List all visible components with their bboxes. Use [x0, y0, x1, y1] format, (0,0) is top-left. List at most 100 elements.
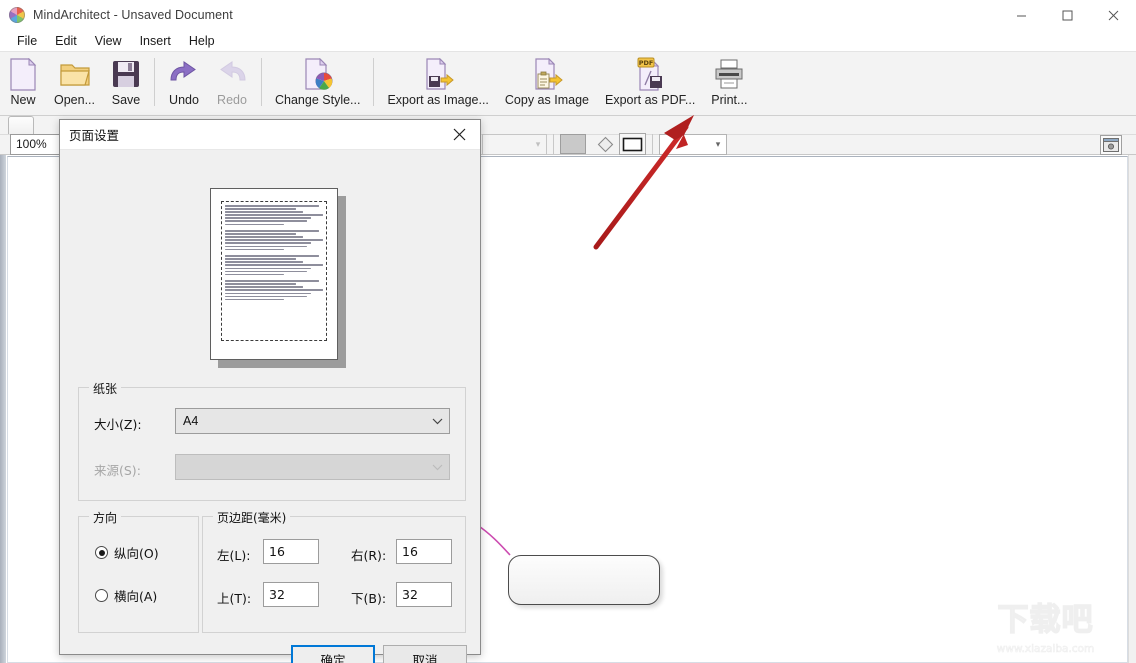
- undo-button[interactable]: Undo: [160, 52, 208, 114]
- margin-top-label: 上(T):: [217, 591, 252, 606]
- save-button-label: Save: [111, 93, 141, 107]
- margin-right-input[interactable]: 16: [396, 539, 452, 564]
- font-combo[interactable]: ▾: [482, 133, 547, 155]
- cancel-button[interactable]: 取消: [383, 645, 467, 663]
- margin-bottom-input[interactable]: 32: [396, 582, 452, 607]
- copy-as-image-button-label: Copy as Image: [504, 93, 589, 107]
- margin-top-value: 32: [269, 587, 285, 602]
- change-style-button[interactable]: Change Style...: [267, 52, 368, 114]
- redo-button[interactable]: Redo: [208, 52, 256, 114]
- margin-right-label: 右(R):: [351, 548, 387, 563]
- preview-paragraph: [225, 280, 323, 301]
- radio-icon: [95, 589, 108, 602]
- export-as-pdf-button[interactable]: PDF Export as PDF...: [597, 52, 703, 114]
- margin-bottom-value: 32: [402, 587, 418, 602]
- export-image-icon: [421, 56, 455, 92]
- menu-file[interactable]: File: [8, 32, 46, 50]
- paper-source-label: 来源(S):: [94, 463, 141, 478]
- preview-paragraph: [225, 205, 323, 226]
- printer-icon: [713, 56, 745, 92]
- application-window: MindArchitect - Unsaved Document File Ed…: [0, 0, 1136, 663]
- save-floppy-icon: [111, 56, 141, 92]
- preview-paragraph: [225, 230, 323, 251]
- zoom-value: 100%: [16, 137, 47, 151]
- export-as-pdf-button-label: Export as PDF...: [604, 93, 696, 107]
- preview-margin-guide: [221, 201, 327, 341]
- preview-page: [210, 188, 338, 360]
- canvas-left-edge: [0, 155, 6, 663]
- menu-view[interactable]: View: [86, 32, 131, 50]
- menu-insert[interactable]: Insert: [131, 32, 180, 50]
- window-settings-icon[interactable]: [1100, 135, 1122, 155]
- dialog-titlebar: 页面设置: [60, 120, 480, 150]
- margins-groupbox: 页边距(毫米) 左(L): 16 右(R): 16 上(T): 32 下(B):…: [202, 509, 466, 633]
- minimize-icon[interactable]: [998, 0, 1044, 30]
- paper-size-value: A4: [183, 414, 199, 428]
- toolbar-overflow-button[interactable]: [8, 116, 34, 134]
- dialog-body: 纸张 大小(Z): A4 来源(S): 方向 纵向(O) 横向(A) 页边距(毫…: [60, 150, 480, 663]
- undo-button-label: Undo: [169, 93, 199, 107]
- toolbar-separator: [261, 58, 262, 106]
- orientation-portrait-radio[interactable]: 纵向(O): [95, 543, 159, 562]
- orientation-groupbox: 方向 纵向(O) 横向(A): [78, 509, 199, 633]
- toolbar-separator: [652, 134, 653, 154]
- svg-text:PDF: PDF: [639, 59, 654, 67]
- margins-group-title: 页边距(毫米): [213, 509, 291, 526]
- window-controls: [998, 0, 1136, 30]
- diamond-shape-icon[interactable]: [592, 133, 619, 155]
- margin-top-input[interactable]: 32: [263, 582, 319, 607]
- toolbar-separator: [154, 58, 155, 106]
- undo-arrow-icon: [168, 56, 200, 92]
- close-icon[interactable]: [1090, 0, 1136, 30]
- maximize-icon[interactable]: [1044, 0, 1090, 30]
- dialog-close-icon[interactable]: [438, 120, 480, 150]
- print-button[interactable]: Print...: [703, 52, 755, 114]
- orientation-landscape-radio[interactable]: 横向(A): [95, 586, 157, 605]
- print-button-label: Print...: [711, 93, 748, 107]
- open-button[interactable]: Open...: [46, 52, 103, 114]
- preview-text-lines: [225, 205, 323, 337]
- redo-arrow-icon: [216, 56, 248, 92]
- new-button[interactable]: New: [0, 52, 46, 114]
- export-as-image-button[interactable]: Export as Image...: [379, 52, 496, 114]
- line-style-combo[interactable]: ▾: [659, 133, 727, 155]
- open-button-label: Open...: [54, 93, 95, 107]
- fill-color-swatch[interactable]: [560, 134, 586, 154]
- chevron-down-icon: [425, 464, 449, 471]
- page-setup-dialog: 页面设置 纸张 大小(Z): A4 来源(S): 方向 纵向(O) 横向(A) …: [59, 119, 481, 663]
- mindmap-node[interactable]: [508, 555, 660, 605]
- orientation-portrait-label: 纵向(O): [114, 546, 159, 561]
- paper-group-title: 纸张: [89, 380, 122, 397]
- margin-right-value: 16: [402, 544, 418, 559]
- toolbar-separator: [553, 134, 554, 154]
- menu-help[interactable]: Help: [180, 32, 224, 50]
- margin-left-value: 16: [269, 544, 285, 559]
- paper-groupbox: 纸张 大小(Z): A4 来源(S):: [78, 380, 466, 501]
- margin-left-label: 左(L):: [217, 548, 251, 563]
- rectangle-shape-icon[interactable]: [619, 133, 646, 155]
- menubar: File Edit View Insert Help: [0, 30, 1136, 51]
- ok-button[interactable]: 确定: [291, 645, 375, 663]
- redo-button-label: Redo: [217, 93, 247, 107]
- window-title: MindArchitect - Unsaved Document: [33, 8, 233, 22]
- copy-image-icon: [530, 56, 564, 92]
- change-style-icon: [302, 56, 334, 92]
- chevron-down-icon: ▾: [715, 138, 721, 149]
- dialog-title: 页面设置: [69, 128, 120, 143]
- export-pdf-icon: PDF: [634, 56, 666, 92]
- new-document-icon: [8, 56, 38, 92]
- paper-size-combo[interactable]: A4: [175, 408, 450, 434]
- change-style-button-label: Change Style...: [275, 93, 361, 107]
- menu-edit[interactable]: Edit: [46, 32, 86, 50]
- paper-source-combo[interactable]: [175, 454, 450, 480]
- page-preview: [210, 188, 350, 368]
- copy-as-image-button[interactable]: Copy as Image: [497, 52, 597, 114]
- orientation-group-title: 方向: [89, 509, 122, 526]
- paper-size-label: 大小(Z):: [94, 417, 142, 432]
- margin-left-input[interactable]: 16: [263, 539, 319, 564]
- palette-icon: [9, 7, 25, 23]
- orientation-landscape-label: 横向(A): [114, 589, 158, 604]
- chevron-down-icon: [425, 418, 449, 425]
- margin-bottom-label: 下(B):: [351, 591, 387, 606]
- save-button[interactable]: Save: [103, 52, 149, 114]
